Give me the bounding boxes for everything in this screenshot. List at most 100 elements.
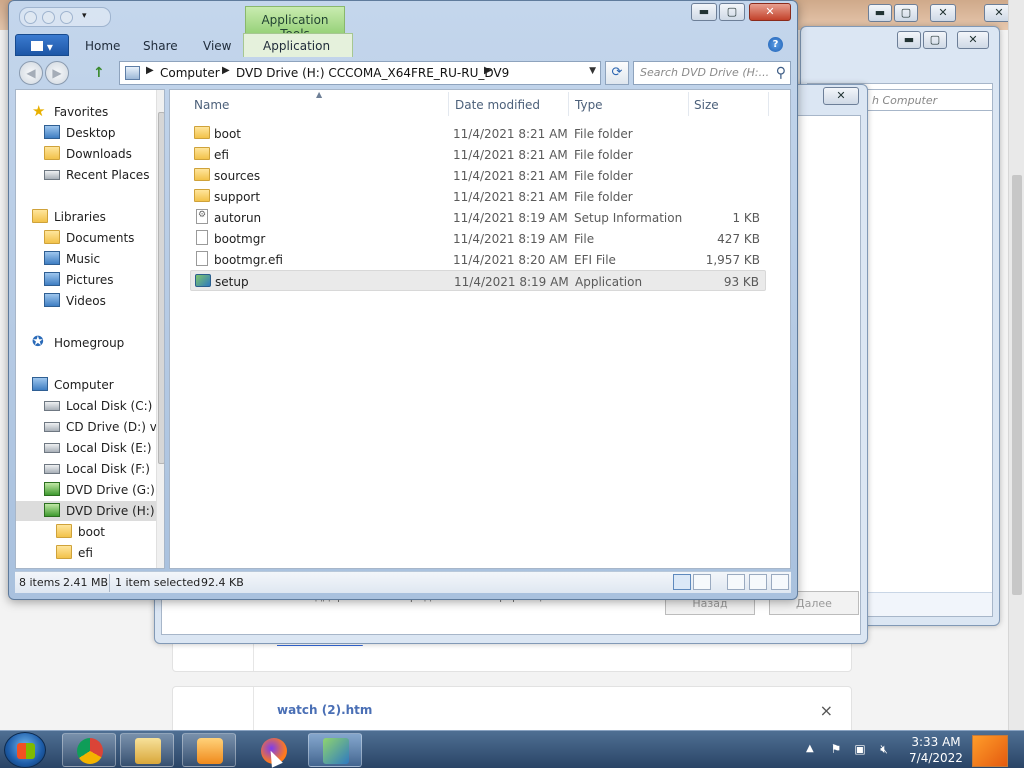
- search-input[interactable]: Search DVD Drive (H:... ⚲: [633, 61, 791, 85]
- tab-share[interactable]: Share: [143, 39, 178, 53]
- nav-pictures[interactable]: Pictures: [44, 270, 164, 290]
- up-folder-icon[interactable]: ↑: [93, 65, 109, 81]
- address-bar[interactable]: ▶ Computer ▶ DVD Drive (H:) CCCOMA_X64FR…: [119, 61, 601, 85]
- nav-homegroup[interactable]: ✪ Homegroup: [32, 333, 164, 353]
- column-separator[interactable]: [448, 92, 449, 116]
- system-clock[interactable]: 3:33 AM 7/4/2022: [906, 734, 966, 766]
- details-pane-icon[interactable]: [749, 574, 767, 590]
- breadcrumb-dvd-drive[interactable]: DVD Drive (H:) CCCOMA_X64FRE_RU-RU_DV9: [236, 66, 509, 80]
- folder-icon: [194, 168, 210, 181]
- column-header-name[interactable]: Name: [194, 98, 229, 112]
- nav-desktop[interactable]: Desktop: [44, 123, 164, 143]
- column-header-type[interactable]: Type: [575, 98, 603, 112]
- nav-favorites[interactable]: ★ Favorites: [32, 102, 164, 122]
- nav-cd-drive-d[interactable]: CD Drive (D:) virt: [44, 417, 164, 437]
- browser-minimize-button[interactable]: ▬: [868, 4, 892, 22]
- search-input[interactable]: h Computer: [865, 89, 993, 111]
- maximize-button[interactable]: ▢: [719, 3, 745, 21]
- breadcrumb-arrow-icon[interactable]: ▶: [222, 65, 230, 76]
- nav-libraries[interactable]: Libraries: [32, 207, 164, 227]
- help-icon[interactable]: ?: [768, 37, 783, 52]
- breadcrumb-arrow-icon[interactable]: ▶: [484, 65, 492, 76]
- taskbar-chrome[interactable]: [62, 733, 116, 767]
- nav-dvd-drive-g[interactable]: DVD Drive (G:) CC: [44, 480, 164, 500]
- nav-folder-boot[interactable]: boot: [56, 522, 164, 542]
- browser-maximize-button[interactable]: ▢: [894, 4, 918, 22]
- tab-home[interactable]: Home: [85, 39, 120, 53]
- pictures-icon: [44, 272, 60, 286]
- properties-icon[interactable]: [24, 11, 37, 24]
- minimize-button[interactable]: ▬: [897, 31, 921, 49]
- explorer-window[interactable]: ▾ Application Tools ▬ ▢ ✕ ▾ Home Share V…: [8, 0, 798, 600]
- file-row-selected[interactable]: setup 11/4/2021 8:19 AM Application 93 KB: [190, 270, 766, 291]
- preview-pane-icon[interactable]: [727, 574, 745, 590]
- show-desktop-button[interactable]: [972, 735, 1008, 767]
- music-icon: [44, 251, 60, 265]
- nav-local-disk-f[interactable]: Local Disk (F:): [44, 459, 164, 479]
- nav-dvd-drive-h[interactable]: DVD Drive (H:) CC: [16, 501, 164, 521]
- file-tab[interactable]: ▾: [15, 34, 69, 56]
- back-button[interactable]: ◀: [19, 61, 43, 85]
- nav-videos[interactable]: Videos: [44, 291, 164, 311]
- local-disk-icon: [44, 464, 60, 474]
- show-hidden-icons-icon[interactable]: ▲: [806, 743, 814, 754]
- file-date: 11/4/2021 8:21 AM: [453, 169, 568, 183]
- file-row[interactable]: sources 11/4/2021 8:21 AM File folder: [190, 165, 766, 186]
- breadcrumb-computer[interactable]: Computer: [160, 66, 220, 80]
- tab-view[interactable]: View: [203, 39, 231, 53]
- minimize-button[interactable]: ▬: [691, 3, 717, 21]
- file-row[interactable]: bootmgr.efi 11/4/2021 8:20 AM EFI File 1,95…: [190, 249, 766, 270]
- column-separator[interactable]: [688, 92, 689, 116]
- nav-documents[interactable]: Documents: [44, 228, 164, 248]
- start-button[interactable]: [4, 732, 46, 768]
- page-scrollbar-thumb[interactable]: [1012, 175, 1022, 595]
- browser-close-button[interactable]: ✕: [930, 4, 956, 22]
- volume-muted-icon[interactable]: 🔇︎: [876, 742, 892, 758]
- remove-download-icon[interactable]: ×: [820, 701, 833, 720]
- file-row[interactable]: efi 11/4/2021 8:21 AM File folder: [190, 144, 766, 165]
- column-header-date[interactable]: Date modified: [455, 98, 540, 112]
- file-row[interactable]: bootmgr 11/4/2021 8:19 AM File 427 KB: [190, 228, 766, 249]
- details-view-icon[interactable]: [673, 574, 691, 590]
- tab-application[interactable]: Application: [263, 39, 330, 53]
- address-dropdown-icon[interactable]: ▼: [589, 66, 596, 76]
- maximize-button[interactable]: ▢: [923, 31, 947, 49]
- nav-recent-places[interactable]: Recent Places: [44, 165, 164, 185]
- taskbar-media-player[interactable]: [182, 733, 236, 767]
- large-icons-view-icon[interactable]: [693, 574, 711, 590]
- nav-folder-efi[interactable]: efi: [56, 543, 164, 563]
- close-button[interactable]: ✕: [823, 87, 859, 105]
- refresh-button[interactable]: ⟳: [605, 61, 629, 85]
- breadcrumb-arrow-icon[interactable]: ▶: [146, 65, 154, 76]
- column-separator[interactable]: [568, 92, 569, 116]
- column-separator[interactable]: [768, 92, 769, 116]
- folder-icon: [56, 545, 72, 559]
- download-filename-link[interactable]: watch (2).htm: [277, 703, 372, 717]
- file-row[interactable]: autorun 11/4/2021 8:19 AM Setup Informatio…: [190, 207, 766, 228]
- close-button[interactable]: ✕: [957, 31, 989, 49]
- qat-dropdown-icon[interactable]: ▾: [82, 11, 87, 21]
- taskbar-setup[interactable]: [308, 733, 362, 767]
- file-row[interactable]: boot 11/4/2021 8:21 AM File folder: [190, 123, 766, 144]
- nav-local-disk-e[interactable]: Local Disk (E:): [44, 438, 164, 458]
- nav-music[interactable]: Music: [44, 249, 164, 269]
- taskbar-file-explorer[interactable]: [120, 733, 174, 767]
- search-icon[interactable]: ⚲: [776, 65, 786, 81]
- nav-pane-scrollbar-thumb[interactable]: [158, 112, 164, 464]
- column-header-size[interactable]: Size: [694, 98, 719, 112]
- action-center-flag-icon[interactable]: ⚑: [828, 742, 844, 758]
- nav-pane-scrollbar[interactable]: [156, 90, 164, 568]
- nav-local-disk-c[interactable]: Local Disk (C:): [44, 396, 164, 416]
- navigation-pane-icon[interactable]: [771, 574, 789, 590]
- undo-icon[interactable]: [60, 11, 73, 24]
- file-name: sources: [214, 169, 261, 183]
- new-folder-icon[interactable]: [42, 11, 55, 24]
- close-button[interactable]: ✕: [749, 3, 791, 21]
- libraries-icon: [32, 209, 48, 223]
- network-icon[interactable]: ▣: [852, 742, 868, 758]
- page-scrollbar[interactable]: [1008, 0, 1024, 730]
- forward-button[interactable]: ▶: [45, 61, 69, 85]
- nav-downloads[interactable]: Downloads: [44, 144, 164, 164]
- nav-computer[interactable]: Computer: [32, 375, 164, 395]
- file-row[interactable]: support 11/4/2021 8:21 AM File folder: [190, 186, 766, 207]
